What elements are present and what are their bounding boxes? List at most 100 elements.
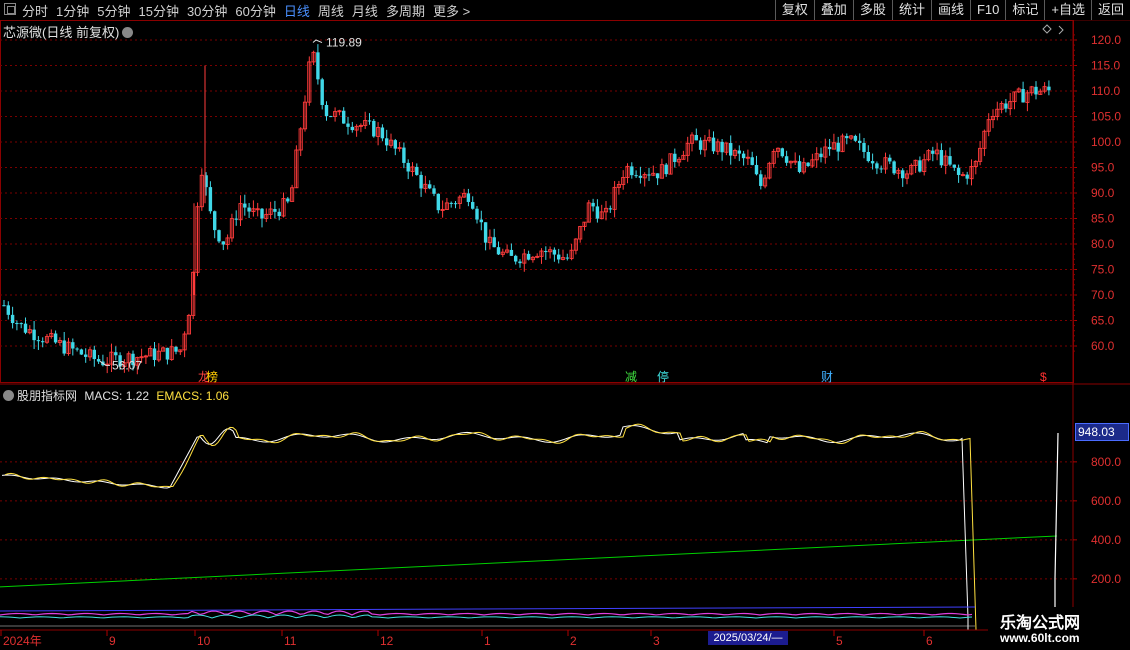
candle-body-down <box>36 340 41 342</box>
candle-body-down <box>342 110 346 124</box>
period-tab-1[interactable]: 1分钟 <box>56 1 89 20</box>
candle-body-down <box>217 230 221 242</box>
date-label: 2024年 <box>3 634 42 648</box>
candle-body-down <box>780 148 784 157</box>
period-tab-8[interactable]: 月线 <box>352 1 378 20</box>
diamond-icon <box>1042 24 1052 34</box>
period-tab-5[interactable]: 60分钟 <box>235 1 275 20</box>
candle-body-down <box>737 150 741 154</box>
toolbar-button-2[interactable]: 多股 <box>852 0 892 20</box>
candle-body-down <box>436 193 440 211</box>
candle-body-down <box>673 153 677 162</box>
high-annotation: 119.89 <box>326 36 362 50</box>
candle-body-down <box>320 79 324 105</box>
event-marker: $ <box>1040 370 1047 384</box>
period-tab-3[interactable]: 15分钟 <box>138 1 178 20</box>
band-line-magenta <box>0 610 973 616</box>
price-axis-label: 80.0 <box>1091 237 1115 251</box>
candle-body-down <box>862 142 866 152</box>
menu-icon[interactable] <box>4 3 16 15</box>
candle-body-down <box>15 323 19 325</box>
candle-body-down <box>496 247 501 255</box>
toolbar-button-3[interactable]: 统计 <box>891 0 931 20</box>
candle-body-down <box>901 170 905 179</box>
toolbar-button-4[interactable]: 画线 <box>930 0 970 20</box>
chart-canvas[interactable]: 120.0 115.0 110.0 105.0 100.0 95.0 90.0 85.0 80.… <box>0 20 1130 650</box>
candle-body-down <box>380 127 385 139</box>
stock-title: 芯源微(日线 前复权) <box>3 22 134 41</box>
period-tab-10[interactable]: 更多 > <box>433 1 470 20</box>
date-label: 1 <box>484 634 491 648</box>
toolbar-button-0[interactable]: 复权 <box>774 0 814 20</box>
candle-body-down <box>19 323 23 325</box>
candle-body-down <box>479 219 483 223</box>
macs-rise-line <box>1054 432 1059 630</box>
candle-body-down <box>84 354 88 357</box>
options-circle-icon[interactable] <box>122 27 134 39</box>
candle-body-down <box>165 347 170 360</box>
period-tab-2[interactable]: 5分钟 <box>97 1 130 20</box>
candle-body-down <box>634 175 638 177</box>
candle-body-down <box>92 349 96 360</box>
price-axis-label: 90.0 <box>1091 186 1115 200</box>
candle-body-down <box>514 255 518 262</box>
candle-body-down <box>415 166 419 175</box>
indicator-name: 股朋指标网 <box>17 389 78 403</box>
top-toolbar: 分时 1分钟 5分钟 15分钟 30分钟 60分钟 日线 周线 月线 多周期 更多 > 复权 叠加 多股… <box>0 0 1130 21</box>
candle-body-down <box>466 193 471 202</box>
period-tab-9[interactable]: 多周期 <box>386 1 425 20</box>
candle-body-down <box>1004 103 1008 109</box>
candle-body-down <box>956 167 961 175</box>
indicator-options-icon[interactable] <box>3 390 14 402</box>
event-marker: 停 <box>657 369 669 384</box>
toolbar-button-5[interactable]: F10 <box>969 0 1005 20</box>
candle-body-down <box>595 206 600 219</box>
candle-body-down <box>213 211 217 231</box>
candle-body-down <box>698 140 703 150</box>
toolbar-button-1[interactable]: 叠加 <box>813 0 853 20</box>
candle-body-down <box>965 174 969 179</box>
period-tab-0[interactable]: 分时 <box>22 1 48 20</box>
candle-body-down <box>32 329 36 341</box>
indicator-axis-label: 800.0 <box>1091 455 1121 469</box>
candle-body-down <box>62 340 66 354</box>
toolbar-button-8[interactable]: 返回 <box>1090 0 1130 20</box>
candle-body-down <box>1021 88 1025 103</box>
candle-body-down <box>866 151 870 162</box>
toolbar-button-6[interactable]: 标记 <box>1005 0 1044 20</box>
candle-body-down <box>402 147 406 163</box>
candle-body-down <box>591 202 595 207</box>
candle-body-down <box>79 349 84 355</box>
candle-body-down <box>664 164 668 175</box>
macs-line <box>1 425 969 630</box>
date-label: 11 <box>284 634 297 648</box>
candle-body-down <box>819 153 823 158</box>
event-marker: 榜 <box>206 369 218 384</box>
candle-body-down <box>729 143 733 156</box>
band-line-blue <box>0 606 976 612</box>
candle-body-down <box>286 198 290 202</box>
date-label: 9 <box>109 634 116 648</box>
candle-body-down <box>948 156 952 165</box>
price-axis-label: 100.0 <box>1091 135 1121 149</box>
candle-body-down <box>6 305 10 315</box>
candle-body-down <box>797 161 802 172</box>
candle-body-down <box>96 359 101 362</box>
price-axis-label: 115.0 <box>1091 59 1120 73</box>
candle-body-down <box>630 166 634 176</box>
candle-body-down <box>243 203 247 208</box>
period-tab-6[interactable]: 日线 <box>284 1 310 20</box>
candle-body-down <box>544 251 548 253</box>
date-label: 10 <box>197 634 211 648</box>
period-tabs: 分时 1分钟 5分钟 15分钟 30分钟 60分钟 日线 周线 月线 多周期 更多 > <box>22 0 478 20</box>
candle-body-down <box>875 163 879 169</box>
candle-body-down <box>870 161 875 164</box>
price-axis-label: 105.0 <box>1091 110 1121 124</box>
period-tab-7[interactable]: 周线 <box>318 1 344 20</box>
toolbar-button-7[interactable]: +自选 <box>1044 0 1091 20</box>
candle-body-down <box>324 104 329 117</box>
candle-body-down <box>428 184 432 189</box>
cursor-date-label: 2025/03/24/— <box>708 631 788 645</box>
candle-body-down <box>720 141 724 153</box>
period-tab-4[interactable]: 30分钟 <box>187 1 227 20</box>
